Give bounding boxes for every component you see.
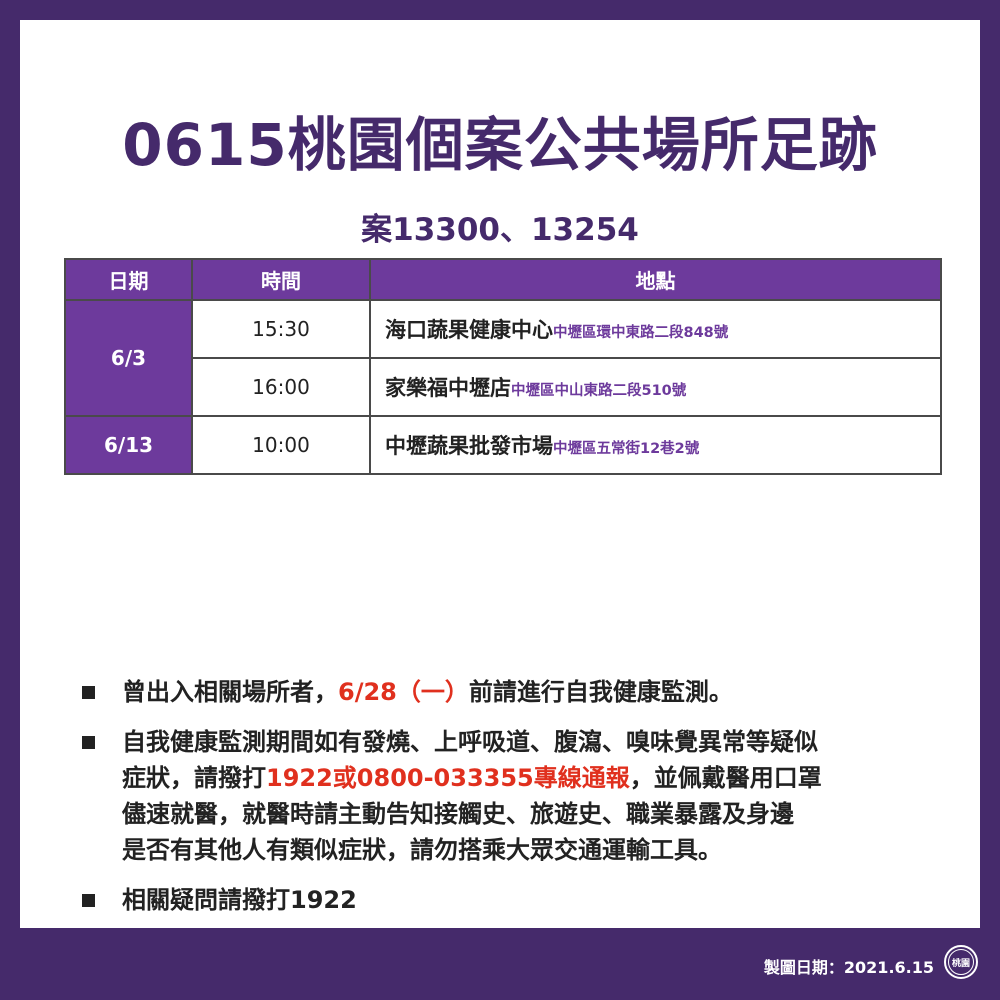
notice-highlight: 6/28（一）: [338, 678, 469, 706]
page-title: 0615桃園個案公共場所足跡: [122, 111, 878, 179]
notice-text: 自我健康監測期間如有發燒、上呼吸道、腹瀉、嗅味覺異常等疑似: [122, 728, 818, 756]
table-row: 6/3 15:30 海口蔬果健康中心中壢區環中東路二段848號: [64, 299, 942, 417]
header-place: 地點: [369, 258, 942, 301]
taoyuan-seal-icon: 桃園: [944, 945, 978, 979]
seal-text: 桃園: [948, 949, 974, 975]
time-cell: 15:30: [191, 299, 371, 359]
place-address: 中壢區環中東路二段848號: [553, 325, 729, 341]
time-cell: 10:00: [191, 415, 371, 475]
notice-text: 前請進行自我健康監測。: [468, 678, 733, 706]
time-cell: 16:00: [191, 357, 371, 417]
square-bullet-icon: [82, 894, 95, 907]
table-row: 16:00 家樂福中壢店中壢區中山東路二段510號: [65, 357, 942, 417]
date-cell: 6/13: [64, 415, 193, 475]
table-header-row: 日期 時間 地點: [64, 258, 942, 301]
footprint-table: 日期 時間 地點 6/3 15:30 海口蔬果健康中心中壢區環中東路二段848號…: [64, 258, 942, 475]
production-date: 製圖日期：2021.6.15: [763, 958, 934, 977]
notice-text: 儘速就醫，就醫時請主動告知接觸史、旅遊史、職業暴露及身邊: [122, 800, 794, 828]
notice-item: 曾出入相關場所者，6/28（一）前請進行自我健康監測。: [78, 674, 958, 710]
date-cell: 6/3: [64, 299, 193, 417]
table-row: 6/13 10:00 中壢蔬果批發市場中壢區五常街12巷2號: [64, 415, 942, 475]
notice-text: 相關疑問請撥打1922: [122, 886, 357, 914]
place-address: 中壢區五常街12巷2號: [553, 441, 700, 457]
notice-text: ，並佩戴醫用口罩: [629, 764, 822, 792]
place-name: 中壢蔬果批發市場: [385, 434, 553, 458]
case-numbers-subtitle: 案13300、13254: [361, 212, 639, 248]
square-bullet-icon: [82, 686, 95, 699]
notice-list: 曾出入相關場所者，6/28（一）前請進行自我健康監測。 自我健康監測期間如有發燒…: [78, 674, 958, 932]
notice-item: 自我健康監測期間如有發燒、上呼吸道、腹瀉、嗅味覺異常等疑似 症狀，請撥打1922…: [78, 724, 958, 868]
place-cell: 家樂福中壢店中壢區中山東路二段510號: [369, 357, 942, 417]
place-cell: 海口蔬果健康中心中壢區環中東路二段848號: [369, 299, 942, 359]
place-cell: 中壢蔬果批發市場中壢區五常街12巷2號: [369, 415, 942, 475]
notice-text: 症狀，請撥打: [122, 764, 266, 792]
place-name: 家樂福中壢店: [385, 376, 511, 400]
notice-item: 相關疑問請撥打1922: [78, 882, 958, 918]
notice-text: 是否有其他人有類似症狀，請勿搭乘大眾交通運輸工具。: [122, 836, 722, 864]
place-name: 海口蔬果健康中心: [385, 318, 553, 342]
notice-text: 曾出入相關場所者，: [122, 678, 338, 706]
place-address: 中壢區中山東路二段510號: [511, 383, 687, 399]
header-time: 時間: [191, 258, 371, 301]
square-bullet-icon: [82, 736, 95, 749]
header-date: 日期: [64, 258, 193, 301]
hotline-highlight: 1922或0800-033355專線通報: [266, 764, 630, 792]
content-card: 0615桃園個案公共場所足跡 案13300、13254 日期 時間 地點 6/3…: [20, 20, 980, 928]
